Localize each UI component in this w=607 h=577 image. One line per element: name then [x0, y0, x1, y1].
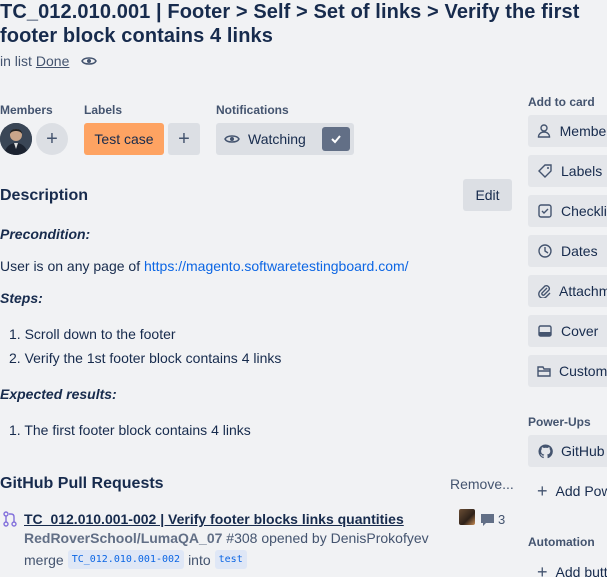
checkbox-icon	[537, 204, 553, 218]
sidebar-button-label: Dates	[561, 243, 598, 259]
custom-fields-icon	[537, 364, 551, 378]
list-item: 1. The first footer block contains 4 lin…	[9, 422, 251, 438]
comment-icon	[481, 513, 494, 526]
description-heading: Description	[0, 187, 89, 204]
sidebar-button-label: Checklist	[561, 203, 607, 219]
labels-label: Labels	[84, 103, 123, 117]
precondition-text: User is on any page of https://magento.s…	[0, 258, 409, 274]
members-label: Members	[0, 103, 53, 117]
watch-button[interactable]: Watching	[216, 123, 354, 155]
sidebar-labels-button[interactable]: Labels	[528, 155, 607, 187]
sidebar-github-button[interactable]: GitHub	[528, 435, 607, 467]
sidebar-button-label: Labels	[561, 163, 603, 179]
github-icon	[537, 443, 553, 459]
sidebar-attachment-button[interactable]: Attachment	[528, 275, 607, 307]
sidebar-cover-button[interactable]: Cover	[528, 315, 607, 347]
precondition-label: Precondition:	[0, 226, 91, 242]
eye-icon	[81, 53, 98, 69]
person-icon	[537, 124, 552, 138]
add-powerups-label: Add Power-Ups	[555, 483, 607, 499]
pr-branches: merge TC_012.010.001-002 into test	[24, 550, 251, 569]
clock-icon	[537, 244, 553, 258]
plus-icon: +	[46, 127, 58, 150]
automation-label: Automation	[528, 535, 595, 549]
github-heading: GitHub Pull Requests	[0, 475, 164, 492]
add-to-card-label: Add to card	[528, 95, 595, 109]
source-branch: TC_012.010.001-002	[67, 550, 185, 569]
sidebar-button-label: Custom Fields	[559, 363, 607, 379]
list-item: 1. Scroll down to the footer	[9, 326, 176, 342]
add-label-button[interactable]: +	[168, 123, 200, 155]
notifications-label: Notifications	[216, 103, 289, 117]
into-word: into	[188, 551, 211, 568]
edit-description-button[interactable]: Edit	[463, 179, 512, 211]
plus-icon: +	[537, 480, 548, 501]
step-text: Verify the 1st footer block contains 4 l…	[24, 350, 282, 366]
member-avatar[interactable]	[0, 123, 32, 155]
eye-icon	[224, 131, 240, 147]
pr-title-link[interactable]: TC_012.010.001-002 | Verify footer block…	[24, 511, 404, 527]
pull-request-icon	[3, 511, 17, 532]
sidebar-dates-button[interactable]: Dates	[528, 235, 607, 267]
pr-author-avatar	[459, 509, 475, 525]
precondition-link[interactable]: https://magento.softwaretestingboard.com…	[144, 258, 409, 274]
label-chip[interactable]: Test case	[84, 123, 164, 155]
pr-opened: #308 opened by DenisProkofyev	[222, 530, 429, 546]
target-branch: test	[214, 550, 247, 569]
sidebar-button-label: Members	[559, 123, 607, 139]
list-info: in list Done	[0, 53, 98, 69]
add-powerups-button[interactable]: + Add Power-Ups	[528, 479, 607, 503]
pr-meta: RedRoverSchool/LumaQA_07 #308 opened by …	[24, 530, 429, 546]
sidebar-members-button[interactable]: Members	[528, 115, 607, 147]
add-button-label: Add button	[555, 564, 607, 577]
remove-link[interactable]: Remove...	[450, 476, 514, 492]
plus-icon: +	[537, 561, 548, 577]
in-list-prefix: in list	[0, 53, 32, 69]
list-item: 2. Verify the 1st footer block contains …	[9, 350, 282, 366]
add-button-button[interactable]: + Add button	[528, 560, 607, 577]
sidebar-custom-fields-button[interactable]: Custom Fields	[528, 355, 607, 387]
card-title[interactable]: TC_012.010.001 | Footer > Self > Set of …	[0, 0, 607, 48]
plus-icon: +	[178, 127, 190, 150]
merge-word: merge	[24, 551, 64, 568]
powerups-label: Power-Ups	[528, 415, 591, 429]
cover-icon	[537, 324, 553, 338]
sidebar-button-label: GitHub	[561, 443, 605, 459]
expected-label: Expected results:	[0, 386, 117, 402]
watch-label: Watching	[248, 131, 306, 147]
step-text: Scroll down to the footer	[24, 326, 176, 342]
precondition-body: User is on any page of	[0, 258, 144, 274]
tag-icon	[537, 164, 553, 178]
sidebar-checklist-button[interactable]: Checklist	[528, 195, 607, 227]
list-link[interactable]: Done	[36, 53, 69, 69]
expected-text: The first footer block contains 4 links	[24, 422, 251, 438]
comment-count: 3	[498, 512, 506, 527]
pr-comments: 3	[480, 512, 505, 527]
steps-label: Steps:	[0, 290, 43, 306]
add-member-button[interactable]: +	[36, 123, 68, 155]
sidebar-button-label: Attachment	[559, 283, 607, 299]
pr-repo: RedRoverSchool/LumaQA_07	[24, 530, 223, 546]
check-icon	[322, 127, 350, 151]
sidebar-button-label: Cover	[561, 323, 599, 339]
paperclip-icon	[537, 284, 551, 298]
